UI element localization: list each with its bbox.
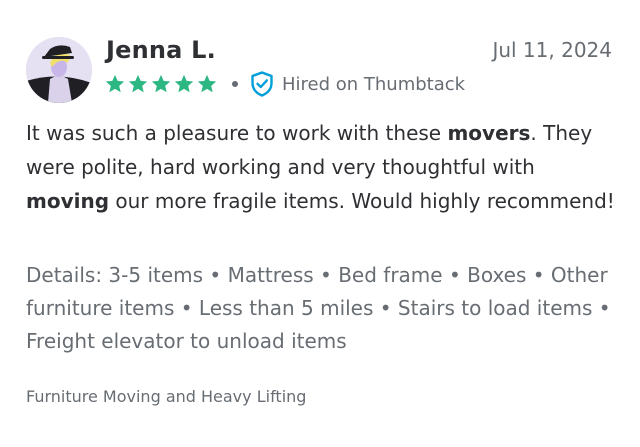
- reviewer-name: Jenna L.: [106, 36, 216, 64]
- hired-on-thumbtack-label: Hired on Thumbtack: [282, 73, 466, 95]
- review-text: It was such a pleasure to work with thes…: [26, 121, 448, 145]
- shield-check-icon: [250, 71, 274, 97]
- avatar[interactable]: [26, 37, 92, 103]
- service-category: Furniture Moving and Heavy Lifting: [26, 387, 307, 406]
- star-icon: [196, 73, 218, 95]
- separator-dot: [232, 81, 238, 87]
- review-body: It was such a pleasure to work with thes…: [26, 116, 616, 218]
- review-text: our more fragile items. Would highly rec…: [109, 189, 615, 213]
- review-details: Details: 3-5 items • Mattress • Bed fram…: [26, 263, 611, 353]
- star-icon: [150, 73, 172, 95]
- review-meta: Hired on Thumbtack: [104, 69, 465, 99]
- star-rating: [104, 73, 218, 95]
- star-icon: [104, 73, 126, 95]
- highlight-keyword: moving: [26, 189, 110, 213]
- review-card: Jenna L. Jul 11, 2024 Hired on Thumbtack…: [0, 0, 640, 447]
- star-icon: [173, 73, 195, 95]
- review-date: Jul 11, 2024: [492, 38, 612, 62]
- highlight-keyword: movers: [447, 121, 531, 145]
- star-icon: [127, 73, 149, 95]
